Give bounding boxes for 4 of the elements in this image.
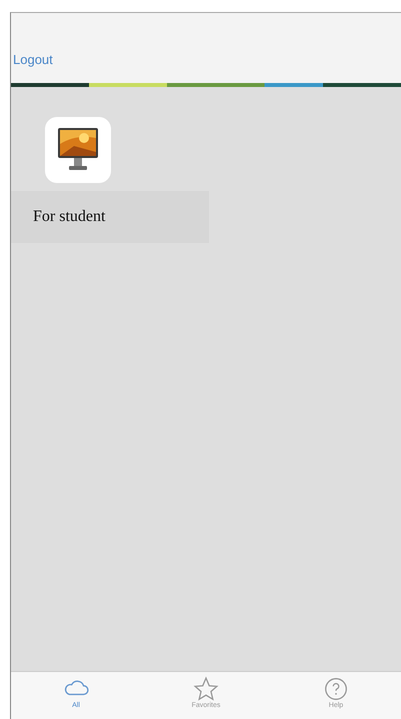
help-icon: [323, 676, 349, 702]
star-icon: [193, 676, 219, 702]
logout-button[interactable]: Logout: [13, 52, 53, 67]
app-label: For student: [33, 208, 106, 226]
